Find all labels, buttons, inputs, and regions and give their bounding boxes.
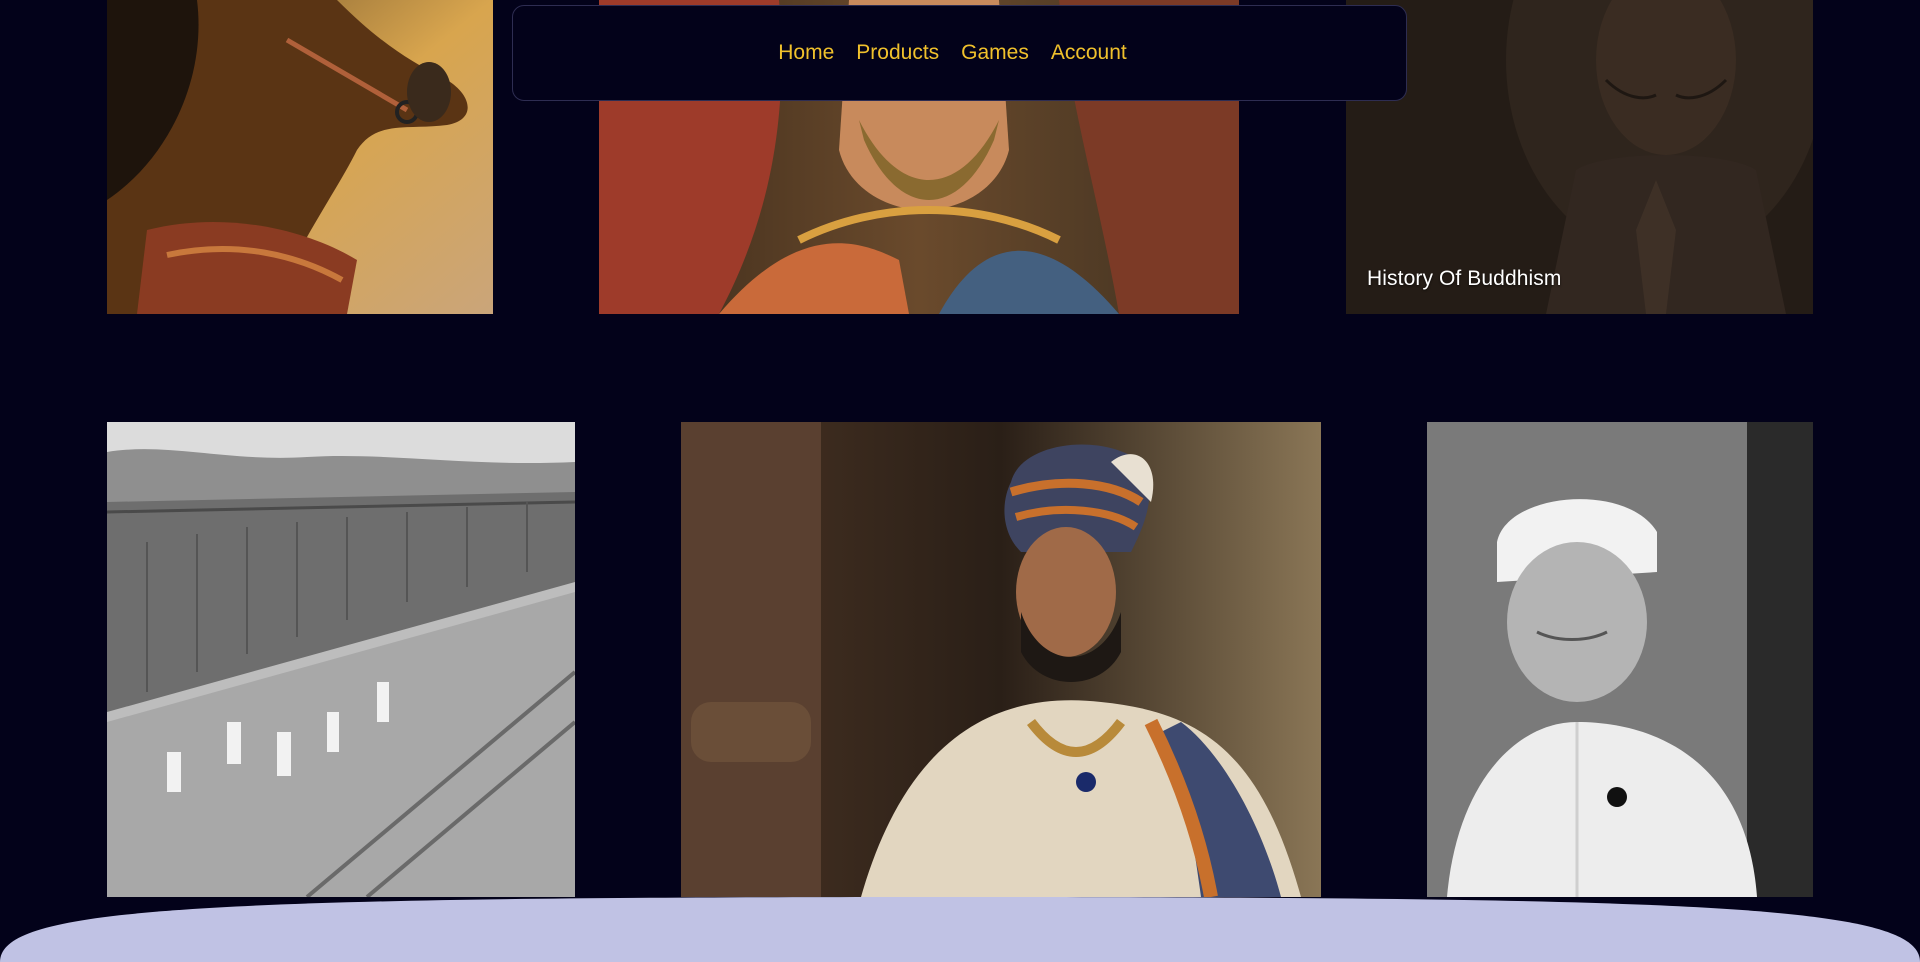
- tile-buddhism-label: History Of Buddhism: [1367, 267, 1562, 290]
- page: History Of Buddhism Home Products Games …: [0, 0, 1920, 962]
- nav-account-link[interactable]: Account: [1051, 37, 1127, 69]
- tile-horse-painting[interactable]: [107, 0, 493, 314]
- tile-king-painting[interactable]: [681, 422, 1321, 897]
- footer-curve-shape: [0, 897, 1920, 962]
- crowded-train-photo: [107, 422, 575, 897]
- tile-partition-train-photo[interactable]: [107, 422, 575, 897]
- nav-games-link[interactable]: Games: [961, 37, 1029, 69]
- leader-portrait-photo: [1427, 422, 1813, 897]
- nav-home-link[interactable]: Home: [778, 37, 834, 69]
- king-painting-image: [681, 422, 1321, 897]
- nav-products-link[interactable]: Products: [856, 37, 939, 69]
- horse-painting-image: [107, 0, 493, 314]
- top-navbar: Home Products Games Account: [512, 5, 1407, 101]
- tile-leader-portrait-photo[interactable]: [1427, 422, 1813, 897]
- tile-history-of-buddhism[interactable]: History Of Buddhism: [1346, 0, 1813, 314]
